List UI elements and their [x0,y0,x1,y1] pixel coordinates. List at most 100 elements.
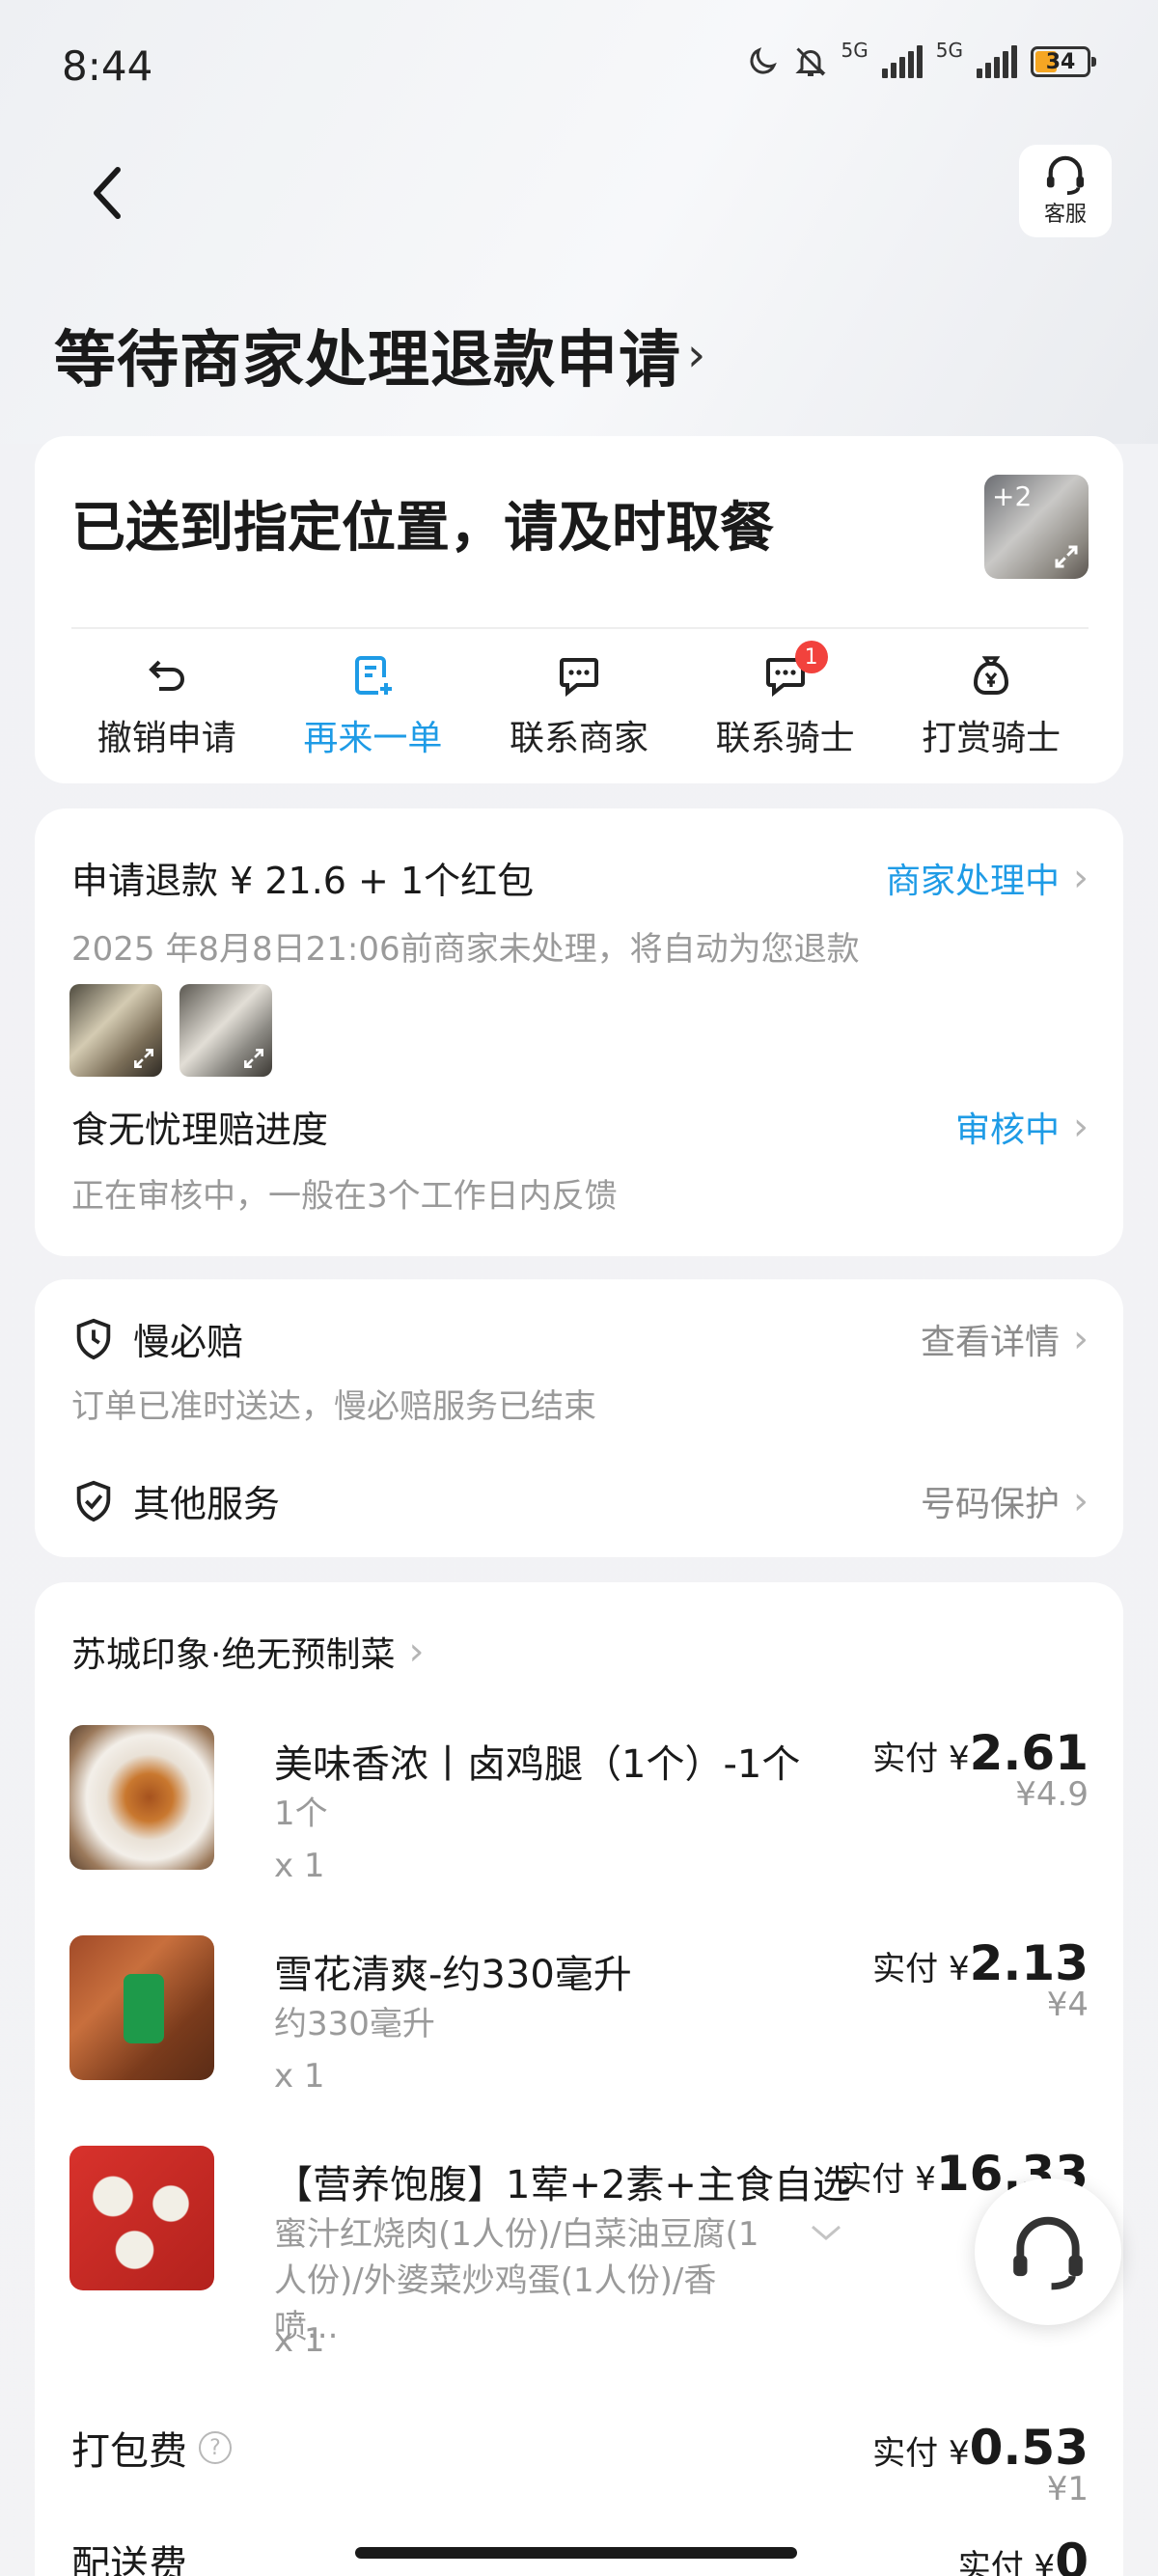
refund-photos [69,984,272,1077]
claim-status-link[interactable]: 审核中 › [955,1102,1089,1152]
signal-type-1: 5G [841,39,868,62]
home-indicator[interactable] [355,2547,797,2559]
food-image [69,2146,214,2290]
delivery-photo-thumbnail[interactable]: +2 [984,475,1089,579]
tip-rider-button[interactable]: 打赏骑士 [895,648,1088,760]
paid-label: 实付 ¥ [957,2548,1056,2576]
battery-level: 34 [1045,49,1076,74]
item-name: 美味香浓丨卤鸡腿（1个）-1个 [274,1742,801,1787]
paid-amount: 0 [1055,2534,1089,2576]
item-quantity: x 1 [274,2321,325,2360]
slow-compensation-title: 慢必赔 [133,1321,244,1363]
refund-photo[interactable] [179,984,272,1077]
chevron-right-icon: › [1073,1478,1089,1523]
page-title[interactable]: 等待商家处理退款申请 › [54,311,706,399]
refund-status: 商家处理中 [885,861,1060,901]
divider [71,627,1089,629]
reorder-icon [355,656,393,695]
food-image [69,1935,214,2080]
item-price: 实付 ¥2.61 ¥4.9 [872,1725,1089,1814]
view-details-link[interactable]: 查看详情 › [921,1314,1089,1364]
delivery-status-card: 已送到指定位置，请及时取餐 +2 撤销申请 再来一单 联系商家 1 联系骑士 打… [35,436,1123,783]
paid-amount: 2.61 [969,1725,1089,1781]
refund-card: 申请退款 ¥ 21.6 + 1个红包 商家处理中 › 2025 年8月8日21:0… [35,808,1123,1256]
chevron-right-icon: › [1073,1104,1089,1149]
slow-compensation-note: 订单已准时送达，慢必赔服务已结束 [71,1387,596,1426]
paid-amount: 2.13 [969,1935,1089,1991]
bell-muted-icon [794,47,826,76]
chevron-down-icon[interactable] [807,2221,845,2244]
tip-rider-label: 打赏骑士 [922,719,1062,758]
shop-name: 苏城印象·绝无预制菜 [71,1635,396,1675]
expand-icon [244,1049,263,1068]
item-spec: 蜜汁红烧肉(1人份)/白菜油豆腐(1人份)/外婆菜炒鸡蛋(1人份)/香喷... [274,2215,759,2346]
item-spec: 约330毫升 [274,2005,435,2043]
signal-bars-1-icon [881,45,923,78]
unread-badge: 1 [794,641,828,673]
refund-row[interactable]: 申请退款 ¥ 21.6 + 1个红包 商家处理中 › [71,851,1089,904]
undo-icon [148,660,184,691]
signal-type-2: 5G [935,39,963,62]
floating-customer-service-button[interactable] [975,2179,1121,2325]
action-bar: 撤销申请 再来一单 联系商家 1 联系骑士 打赏骑士 [35,641,1123,760]
slow-compensation-row[interactable]: 慢必赔 查看详情 › [71,1312,1089,1365]
page-title-text: 等待商家处理退款申请 [54,325,681,397]
services-card: 慢必赔 查看详情 › 订单已准时送达，慢必赔服务已结束 其他服务 号码保护 › [35,1279,1123,1557]
other-services-row[interactable]: 其他服务 号码保护 › [71,1474,1089,1527]
contact-rider-button[interactable]: 1 联系骑士 [689,641,882,760]
other-services-title: 其他服务 [133,1483,281,1525]
number-protection-link[interactable]: 号码保护 › [921,1476,1089,1526]
refund-status-link[interactable]: 商家处理中 › [886,853,1089,903]
packing-fee-row: 打包费? 实付 ¥0.53 ¥1 [71,2420,1089,2508]
paid-label: 实付 ¥ [872,1740,970,1778]
claim-note: 正在审核中，一般在3个工作日内反馈 [71,1177,618,1216]
reorder-label: 再来一单 [303,719,443,758]
shield-check-icon [76,1480,111,1521]
view-details-label: 查看详情 [920,1322,1060,1362]
back-button[interactable] [87,164,125,222]
original-price: ¥4 [1046,1986,1089,2024]
paid-label: 实付 ¥ [872,1950,970,1988]
headset-icon [1046,155,1085,195]
order-item[interactable]: 雪花清爽-约330毫升 约330毫升 x 1 实付 ¥2.13 ¥4 [69,1935,1089,2128]
order-item[interactable]: 美味香浓丨卤鸡腿（1个）-1个 1个 x 1 实付 ¥2.61 ¥4.9 [69,1725,1089,1918]
item-name: 雪花清爽-约330毫升 [274,1953,632,1997]
original-price: ¥4.9 [1015,1775,1089,1814]
item-name: 【营养饱腹】1荤+2素+主食自选 [274,2163,851,2207]
headset-icon [1013,2216,1083,2290]
claim-row[interactable]: 食无忧理赔进度 审核中 › [71,1100,1089,1153]
chat-icon [559,658,598,698]
chevron-right-icon: › [1073,1316,1089,1361]
contact-merchant-button[interactable]: 联系商家 [482,648,676,760]
photo-count: +2 [992,480,1033,512]
paid-amount: 0.53 [969,2420,1089,2476]
order-card: 苏城印象·绝无预制菜 › 美味香浓丨卤鸡腿（1个）-1个 1个 x 1 实付 ¥… [35,1582,1123,2576]
expand-icon [134,1049,153,1068]
delivery-message: 已送到指定位置，请及时取餐 [71,497,774,560]
status-bar: 8:44 5G 5G 34 [0,0,1158,135]
refund-photo[interactable] [69,984,162,1077]
shop-link[interactable]: 苏城印象·绝无预制菜 › [71,1627,424,1677]
contact-rider-label: 联系骑士 [715,719,855,758]
original-price: ¥1 [1046,2470,1089,2508]
claim-title: 食无忧理赔进度 [71,1109,329,1151]
help-icon[interactable]: ? [199,2431,232,2464]
customer-service-label: 客服 [1043,203,1087,227]
customer-service-button[interactable]: 客服 [1019,145,1112,237]
chevron-right-icon: › [408,1630,425,1674]
signal-bars-2-icon [977,45,1017,78]
battery-icon: 34 [1031,46,1096,77]
money-bag-icon [974,656,1009,695]
packing-fee-label: 打包费 [71,2429,187,2474]
order-item[interactable]: 【营养饱腹】1荤+2素+主食自选 蜜汁红烧肉(1人份)/白菜油豆腐(1人份)/外… [69,2146,1089,2397]
claim-status: 审核中 [954,1110,1060,1150]
item-price: 实付 ¥2.13 ¥4 [872,1935,1089,2024]
reorder-button[interactable]: 再来一单 [276,648,469,760]
contact-merchant-label: 联系商家 [509,719,648,758]
cancel-request-label: 撤销申请 [96,719,236,758]
item-spec: 1个 [274,1795,328,1833]
cancel-request-button[interactable]: 撤销申请 [70,648,263,760]
item-quantity: x 1 [274,1847,325,1885]
item-quantity: x 1 [274,2057,325,2096]
paid-label: 实付 ¥ [872,2434,970,2473]
